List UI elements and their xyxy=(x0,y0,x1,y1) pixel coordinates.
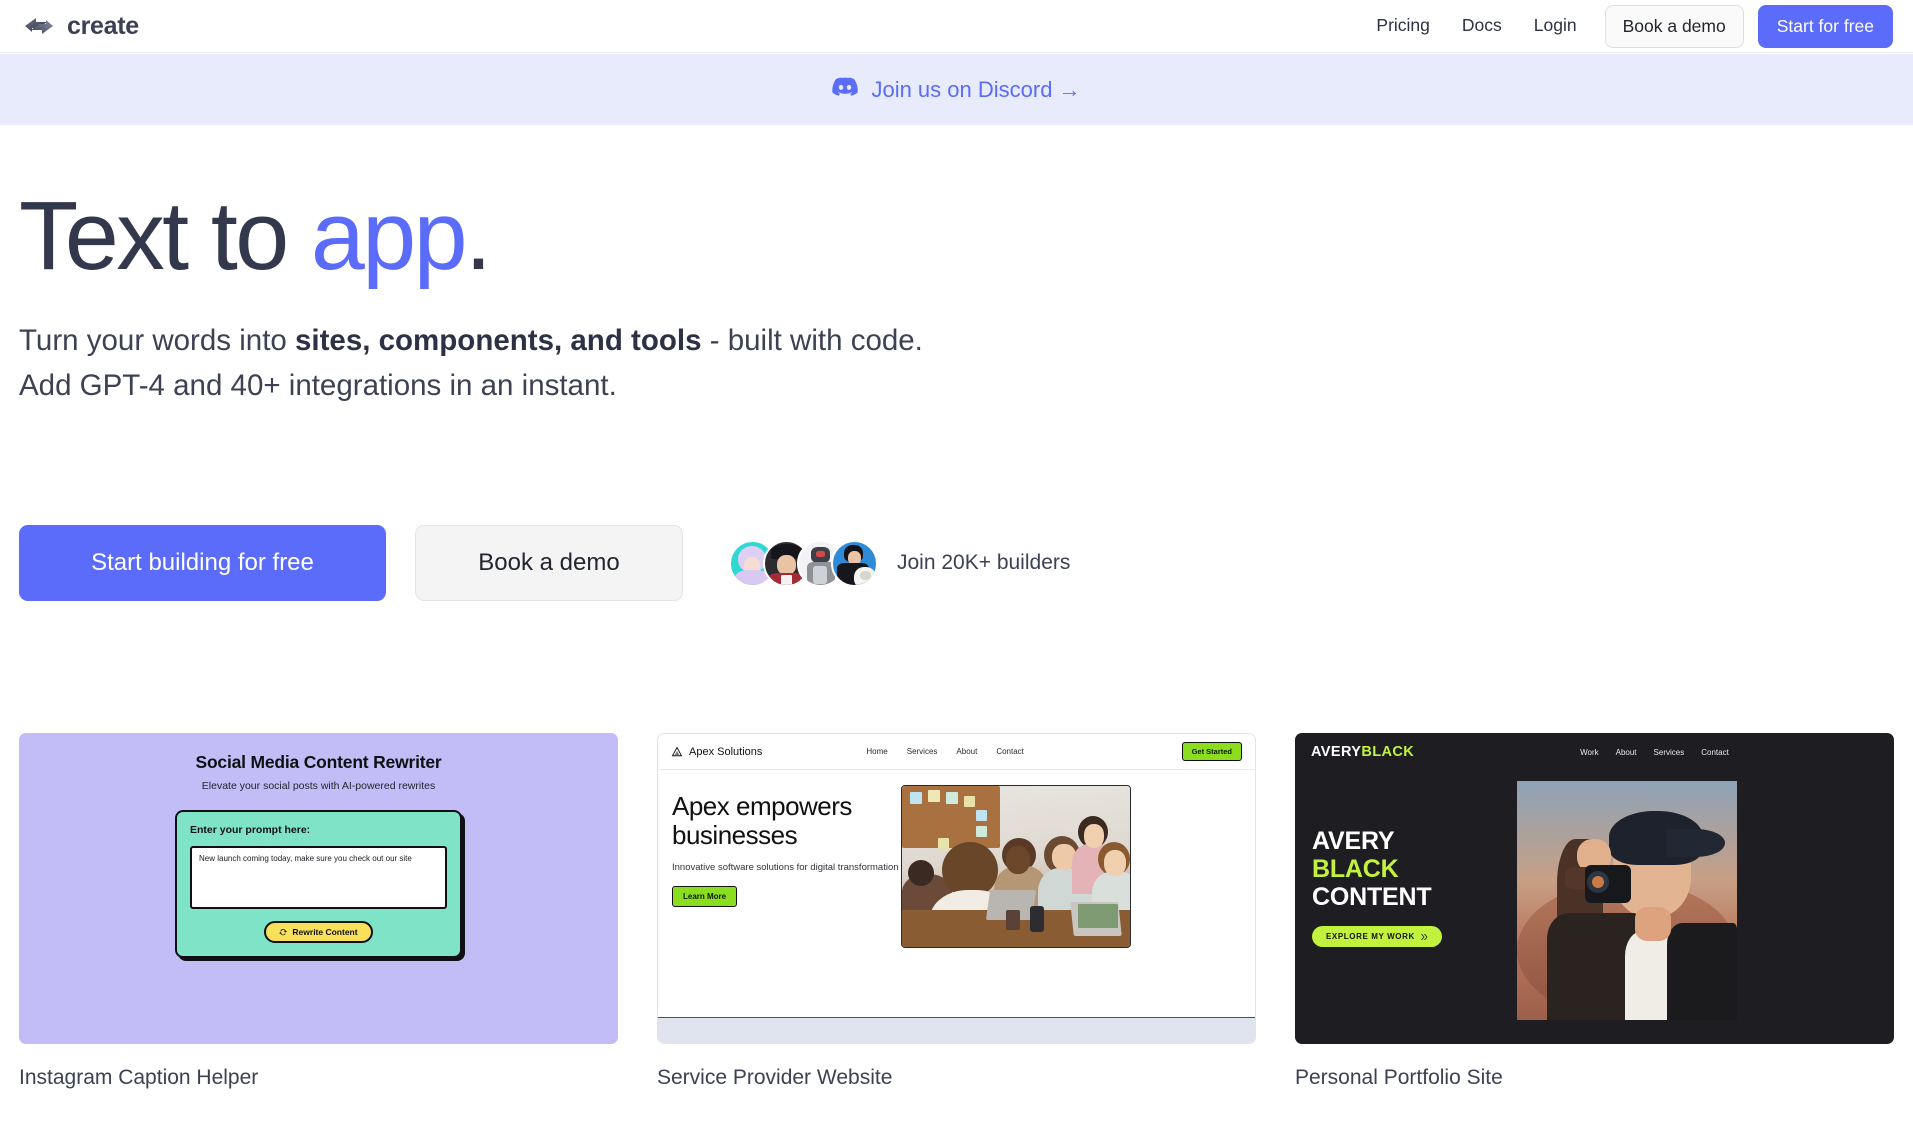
subtitle-line1: Turn your words into sites, components, … xyxy=(19,324,923,357)
template-card-service-provider-website[interactable]: Apex Solutions Home Services About Conta… xyxy=(657,733,1256,1090)
nav-actions: Pricing Docs Login Book a demo Start for… xyxy=(1360,4,1893,48)
template-card-personal-portfolio-site[interactable]: AVERYBLACK Work About Services Contact A… xyxy=(1295,733,1894,1090)
page-title: Text to app. xyxy=(19,185,1519,287)
template-preview-instagram: Social Media Content Rewriter Elevate yo… xyxy=(19,733,618,1044)
subtitle-part-a: Turn your words into xyxy=(19,323,295,357)
c2-footer-band xyxy=(658,1017,1255,1043)
c3-site-nav: AVERYBLACK Work About Services Contact xyxy=(1295,733,1894,771)
c2-nav-link-about[interactable]: About xyxy=(956,747,977,756)
c1-button-wrap: Rewrite Content xyxy=(190,921,447,943)
c1-subtitle: Elevate your social posts with AI-powere… xyxy=(201,780,436,792)
photographer-desert-photo xyxy=(1517,781,1737,1020)
subtitle-part-bold: sites, components, and tools xyxy=(295,323,702,357)
c1-button-label: Rewrite Content xyxy=(292,927,358,937)
c2-hero: Apex empowers businesses Innovative soft… xyxy=(658,770,1255,1017)
template-preview-avery-black: AVERYBLACK Work About Services Contact A… xyxy=(1295,733,1894,1044)
template-gallery: Social Media Content Rewriter Elevate yo… xyxy=(19,733,1895,1090)
template-caption-instagram: Instagram Caption Helper xyxy=(19,1066,259,1089)
c3-heading-line2: BLACK xyxy=(1312,855,1399,883)
c2-hero-copy: Apex empowers businesses Innovative soft… xyxy=(658,791,908,1017)
c1-prompt-panel: Enter your prompt here: New launch comin… xyxy=(175,810,462,958)
nav-link-login[interactable]: Login xyxy=(1518,17,1593,35)
c2-nav-link-contact[interactable]: Contact xyxy=(996,747,1024,756)
refresh-icon xyxy=(279,929,288,936)
brand-logo[interactable]: create xyxy=(22,9,139,43)
headline-plain: Text to xyxy=(19,181,311,290)
discord-banner-text: Join us on Discord → xyxy=(871,76,1081,102)
c2-logo: Apex Solutions xyxy=(671,746,762,758)
c2-hero-heading: Apex empowers businesses xyxy=(672,791,852,851)
c2-nav-link-home[interactable]: Home xyxy=(866,747,887,756)
c1-rewrite-content-button[interactable]: Rewrite Content xyxy=(264,921,373,943)
team-meeting-photo xyxy=(901,785,1131,948)
c2-nav-link-services[interactable]: Services xyxy=(907,747,938,756)
c1-prompt-label: Enter your prompt here: xyxy=(190,824,311,836)
hero-subtitle: Turn your words into sites, components, … xyxy=(19,319,1519,409)
template-preview-apex: Apex Solutions Home Services About Conta… xyxy=(657,733,1256,1044)
book-a-demo-button[interactable]: Book a demo xyxy=(1604,4,1744,48)
c3-logo-part-b: BLACK xyxy=(1361,744,1415,760)
discord-banner[interactable]: Join us on Discord → xyxy=(0,54,1913,125)
c3-nav-link-work[interactable]: Work xyxy=(1580,748,1599,757)
template-card-instagram-caption-helper[interactable]: Social Media Content Rewriter Elevate yo… xyxy=(19,733,618,1090)
template-caption-service-provider: Service Provider Website xyxy=(657,1066,893,1089)
top-navigation-bar: create Pricing Docs Login Book a demo St… xyxy=(0,0,1913,53)
chevron-double-right-icon xyxy=(1420,933,1428,940)
subtitle-line2: Add GPT-4 and 40+ integrations in an ins… xyxy=(19,368,617,402)
nav-link-docs[interactable]: Docs xyxy=(1446,17,1518,35)
social-proof-label: Join 20K+ builders xyxy=(897,551,1071,574)
template-caption-personal-portfolio: Personal Portfolio Site xyxy=(1295,1066,1503,1089)
c2-nav-links: Home Services About Contact xyxy=(866,747,1024,756)
c3-heading-line1: AVERY xyxy=(1312,827,1395,855)
c3-heading-line3: CONTENT xyxy=(1312,883,1432,911)
create-logo-icon xyxy=(22,9,56,43)
c3-explore-my-work-button[interactable]: EXPLORE MY WORK xyxy=(1312,926,1442,947)
c2-learn-more-button[interactable]: Learn More xyxy=(672,886,738,908)
c3-logo: AVERYBLACK xyxy=(1311,744,1414,760)
discord-icon xyxy=(832,77,859,102)
start-building-for-free-button[interactable]: Start building for free xyxy=(19,525,386,601)
c3-hero: AVERY BLACK CONTENT EXPLORE MY WORK xyxy=(1295,771,1894,1044)
hero-book-a-demo-button[interactable]: Book a demo xyxy=(415,525,683,601)
headline-accent: app xyxy=(310,181,468,290)
c2-logo-text: Apex Solutions xyxy=(689,745,763,758)
subtitle-part-c: - built with code. xyxy=(701,323,923,357)
c3-nav-link-about[interactable]: About xyxy=(1616,748,1637,757)
c3-nav-link-services[interactable]: Services xyxy=(1654,748,1685,757)
c3-hero-copy: AVERY BLACK CONTENT EXPLORE MY WORK xyxy=(1312,827,1442,947)
c2-hero-subheading: Innovative software solutions for digita… xyxy=(672,862,899,874)
hero-cta-row: Start building for free Book a demo Join… xyxy=(19,525,1070,601)
c1-title: Social Media Content Rewriter xyxy=(195,752,442,772)
social-proof: Join 20K+ builders xyxy=(729,539,1071,587)
avatar-group xyxy=(729,539,878,587)
apex-triangle-icon xyxy=(671,746,683,756)
brand-name: create xyxy=(67,11,139,40)
nav-link-pricing[interactable]: Pricing xyxy=(1360,17,1446,35)
c2-get-started-button[interactable]: Get Started xyxy=(1181,742,1242,761)
hero-section: Text to app. Turn your words into sites,… xyxy=(19,185,1519,409)
c3-logo-part-a: AVERY xyxy=(1311,744,1362,760)
c1-prompt-input[interactable]: New launch coming today, make sure you c… xyxy=(190,846,447,909)
headline-period: . xyxy=(464,181,492,290)
avatar-person-dog xyxy=(831,539,878,587)
c3-nav-link-contact[interactable]: Contact xyxy=(1701,748,1729,757)
start-for-free-button[interactable]: Start for free xyxy=(1757,4,1893,48)
c2-site-nav: Apex Solutions Home Services About Conta… xyxy=(658,734,1255,770)
c3-button-label: EXPLORE MY WORK xyxy=(1326,932,1415,941)
c3-hero-heading: AVERY BLACK CONTENT xyxy=(1312,827,1442,911)
c3-nav-links: Work About Services Contact xyxy=(1580,748,1729,757)
